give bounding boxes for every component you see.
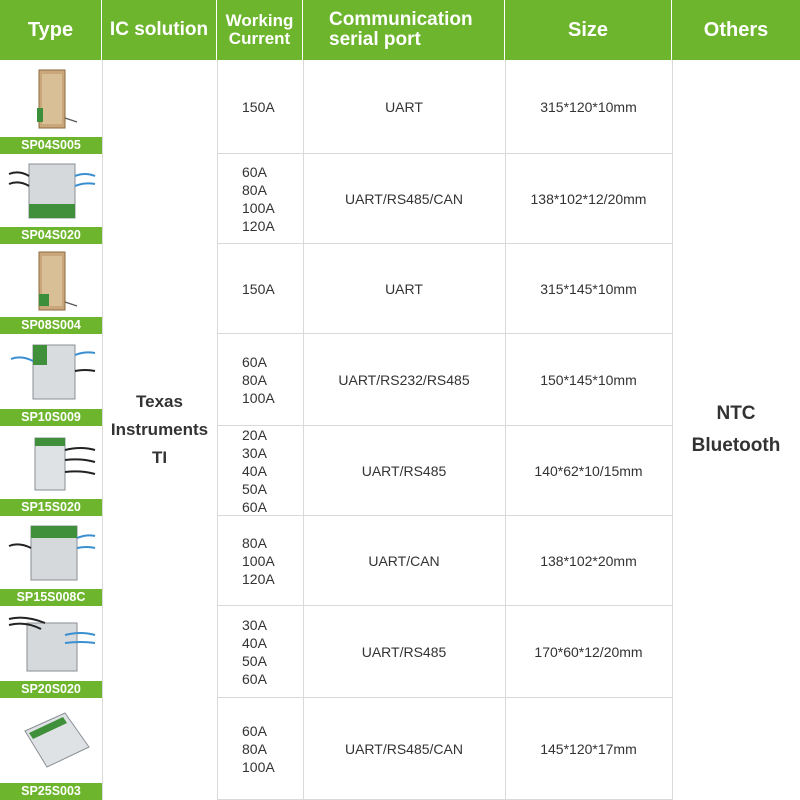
communication-port-cell: UART/RS485: [303, 426, 505, 516]
communication-port-cell: UART/RS485/CAN: [303, 698, 505, 800]
bms-board-image: [0, 516, 102, 589]
ic-solution-line: TI: [151, 448, 168, 467]
size-cell: 315*120*10mm: [505, 60, 672, 154]
size-cell: 138*102*20mm: [505, 516, 672, 606]
others-line: NTC: [716, 403, 756, 424]
others-line: Bluetooth: [691, 435, 781, 456]
size-cell: 140*62*10/15mm: [505, 426, 672, 516]
model-label: SP04S005: [0, 137, 102, 154]
header-others: Others: [672, 0, 800, 60]
ic-solution-line: Instruments: [110, 420, 209, 439]
others-cell: NTC Bluetooth: [672, 60, 800, 800]
size-cell: 315*145*10mm: [505, 244, 672, 334]
communication-port-cell: UART: [303, 60, 505, 154]
header-communication-port: Communication serial port: [303, 0, 505, 60]
header-size: Size: [505, 0, 672, 60]
header-type: Type: [0, 0, 102, 60]
bms-board-image: [0, 334, 102, 409]
working-current-cell: 60A 80A 100A: [217, 698, 303, 800]
size-cell: 170*60*12/20mm: [505, 606, 672, 698]
bms-board-image: [0, 426, 102, 499]
bms-board-image: [0, 60, 102, 137]
header-working-current: Working Current: [217, 0, 303, 60]
communication-port-cell: UART/RS232/RS485: [303, 334, 505, 426]
working-current-cell: 150A: [217, 60, 303, 154]
model-label: SP25S003: [0, 783, 102, 800]
bms-board-image: [0, 244, 102, 317]
working-current-cell: 60A 80A 100A: [217, 334, 303, 426]
communication-port-cell: UART/RS485: [303, 606, 505, 698]
working-current-cell: 150A: [217, 244, 303, 334]
bms-board-image: [0, 698, 102, 783]
type-cell: SP04S020: [0, 154, 102, 244]
type-cell: SP10S009: [0, 334, 102, 426]
spec-table: Type IC solution Working Current Communi…: [0, 0, 800, 800]
working-current-cell: 30A 40A 50A 60A: [217, 606, 303, 698]
working-current-cell: 80A 100A 120A: [217, 516, 303, 606]
model-label: SP08S004: [0, 317, 102, 334]
working-current-cell: 60A 80A 100A 120A: [217, 154, 303, 244]
ic-solution-cell: Texas Instruments TI: [102, 60, 217, 800]
type-cell: SP15S020: [0, 426, 102, 516]
size-cell: 150*145*10mm: [505, 334, 672, 426]
type-cell: SP08S004: [0, 244, 102, 334]
bms-board-image: [0, 606, 102, 681]
model-label: SP15S020: [0, 499, 102, 516]
type-cell: SP20S020: [0, 606, 102, 698]
model-label: SP20S020: [0, 681, 102, 698]
header-ic-solution: IC solution: [102, 0, 217, 60]
type-cell: SP15S008C: [0, 516, 102, 606]
type-cell: SP25S003: [0, 698, 102, 800]
communication-port-cell: UART: [303, 244, 505, 334]
bms-board-image: [0, 154, 102, 227]
type-cell: SP04S005: [0, 60, 102, 154]
model-label: SP15S008C: [0, 589, 102, 606]
working-current-cell: 20A 30A 40A 50A 60A: [217, 426, 303, 516]
model-label: SP04S020: [0, 227, 102, 244]
size-cell: 138*102*12/20mm: [505, 154, 672, 244]
size-cell: 145*120*17mm: [505, 698, 672, 800]
communication-port-cell: UART/CAN: [303, 516, 505, 606]
ic-solution-line: Texas: [136, 392, 183, 411]
communication-port-cell: UART/RS485/CAN: [303, 154, 505, 244]
model-label: SP10S009: [0, 409, 102, 426]
